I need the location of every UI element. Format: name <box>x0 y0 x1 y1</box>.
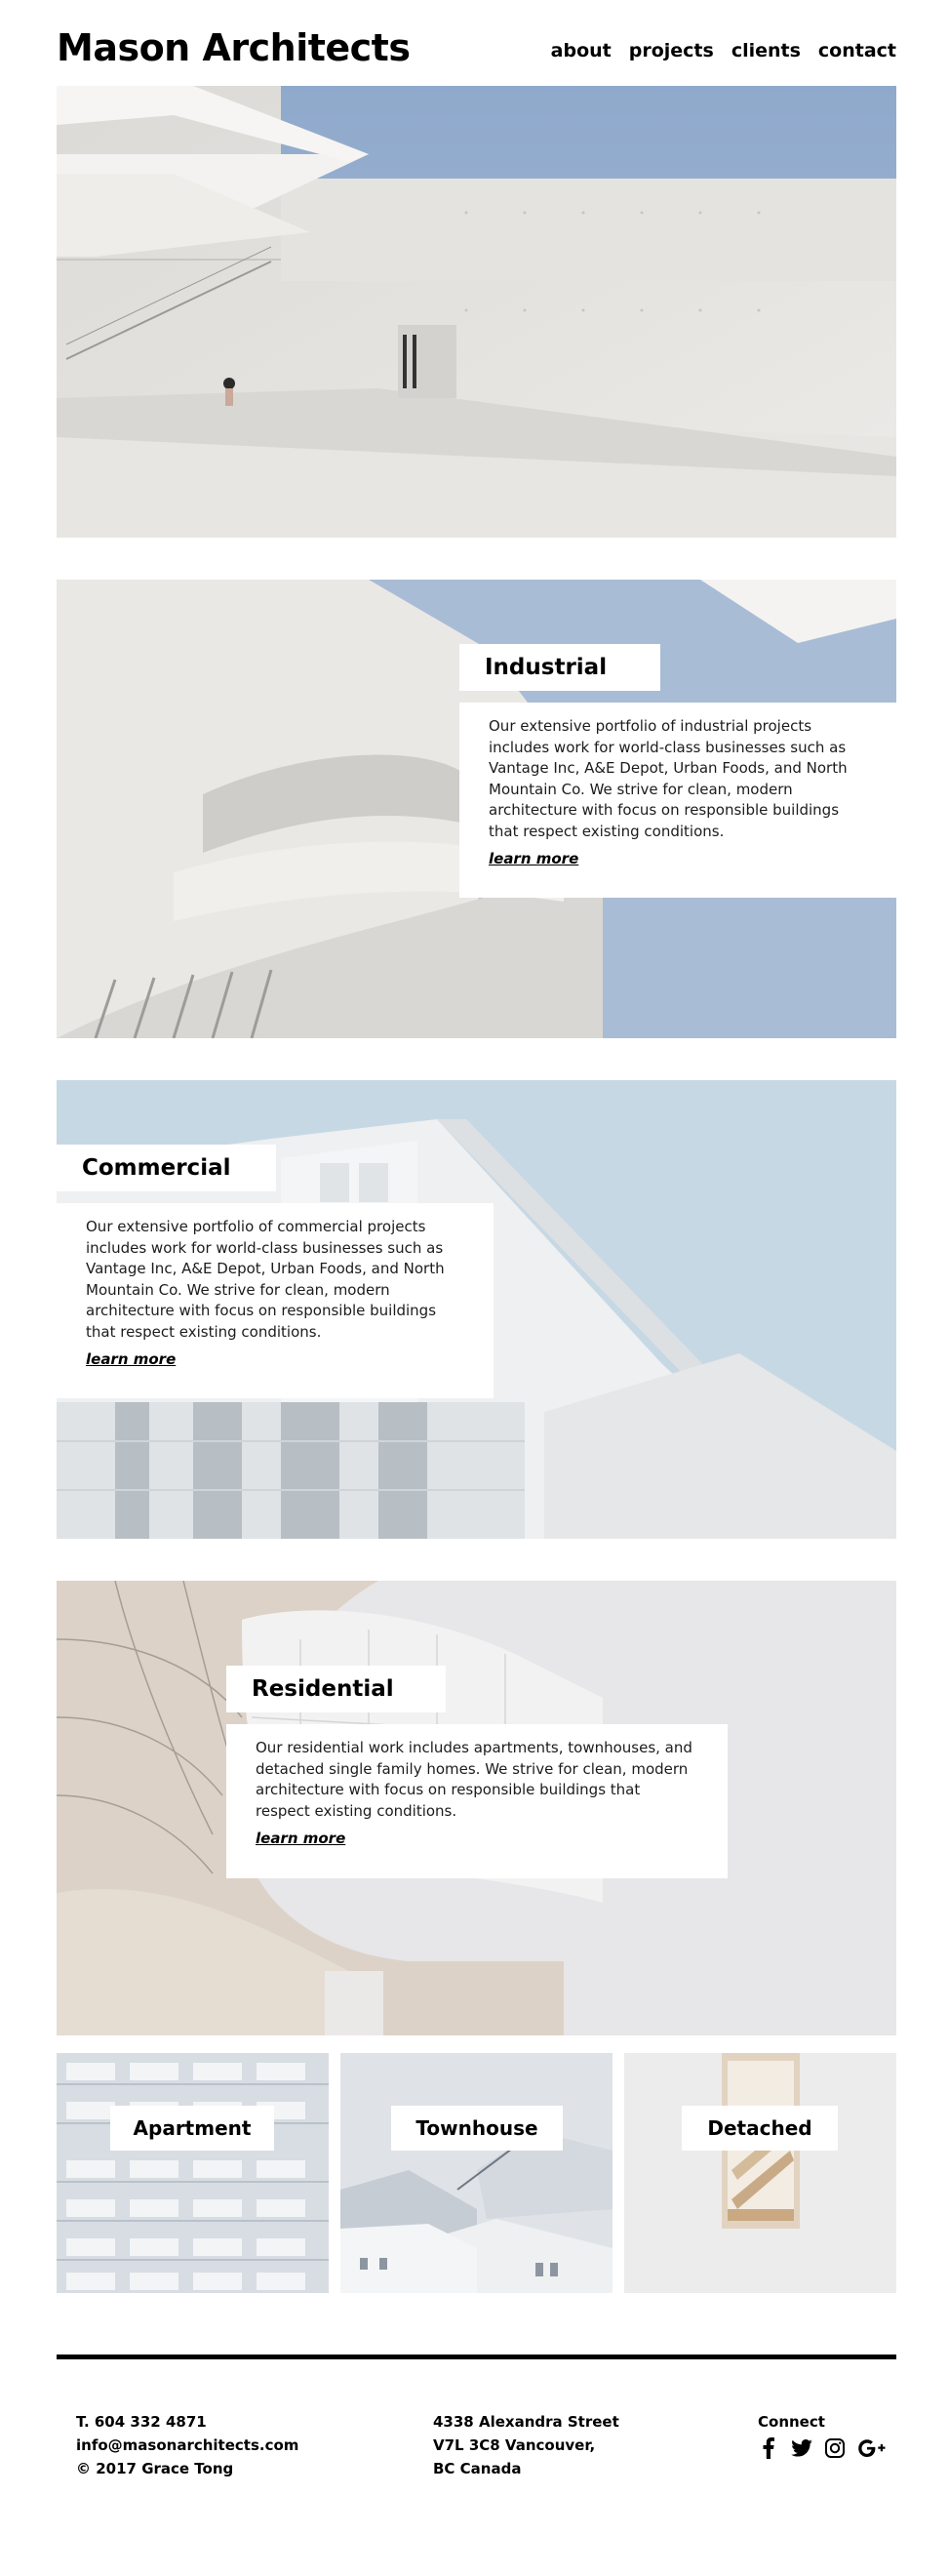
footer-copyright: © 2017 Grace Tong <box>76 2460 234 2477</box>
nav-projects[interactable]: projects <box>629 37 714 64</box>
residential-learn-more-link[interactable]: learn more <box>256 1830 345 1847</box>
main-nav: about projects clients contact <box>551 37 896 64</box>
project-type-tiles: Apartment Townhouse Detached <box>57 2053 896 2293</box>
detached-image <box>624 2053 896 2293</box>
social-links <box>758 2437 887 2459</box>
address-line-1: 4338 Alexandra Street <box>433 2413 619 2431</box>
nav-clients[interactable]: clients <box>732 37 801 64</box>
footer-email[interactable]: info@masonarchitects.com <box>76 2434 298 2457</box>
facebook-icon[interactable] <box>758 2437 779 2459</box>
residential-card: Our residential work includes apartments… <box>226 1724 728 1878</box>
residential-section: Residential Our residential work include… <box>57 1581 896 2039</box>
google-plus-icon[interactable] <box>857 2437 887 2459</box>
site-header: Mason Architects about projects clients … <box>57 23 896 72</box>
instagram-icon[interactable] <box>824 2437 846 2459</box>
tile-detached[interactable]: Detached <box>624 2053 896 2293</box>
industrial-description: Our extensive portfolio of industrial pr… <box>489 717 848 840</box>
industrial-card: Our extensive portfolio of industrial pr… <box>459 703 896 898</box>
tile-detached-label: Detached <box>682 2106 838 2151</box>
nav-contact[interactable]: contact <box>818 37 896 64</box>
commercial-title: Commercial <box>57 1145 276 1191</box>
connect-heading: Connect <box>758 2413 825 2431</box>
footer-divider <box>57 2355 896 2359</box>
commercial-section: Commercial Our extensive portfolio of co… <box>57 1080 896 1539</box>
twitter-icon[interactable] <box>791 2437 812 2459</box>
apartment-image <box>57 2053 329 2293</box>
footer-contact: T. 604 332 4871 info@masonarchitects.com… <box>76 2410 298 2480</box>
townhouse-image <box>340 2053 613 2293</box>
tile-apartment[interactable]: Apartment <box>57 2053 329 2293</box>
footer-connect: Connect <box>758 2410 887 2459</box>
hero-building-illustration <box>57 86 896 538</box>
address-line-3: BC Canada <box>433 2460 522 2477</box>
commercial-learn-more-link[interactable]: learn more <box>86 1350 176 1368</box>
address-line-2: V7L 3C8 Vancouver, <box>433 2436 596 2454</box>
industrial-section: Industrial Our extensive portfolio of in… <box>57 580 896 1038</box>
residential-title: Residential <box>226 1666 446 1712</box>
residential-description: Our residential work includes apartments… <box>256 1739 692 1820</box>
commercial-card: Our extensive portfolio of commercial pr… <box>57 1203 494 1398</box>
tile-apartment-label: Apartment <box>110 2106 274 2151</box>
site-footer: T. 604 332 4871 info@masonarchitects.com… <box>57 2410 896 2517</box>
tile-townhouse[interactable]: Townhouse <box>340 2053 613 2293</box>
industrial-learn-more-link[interactable]: learn more <box>489 850 578 867</box>
footer-address: 4338 Alexandra Street V7L 3C8 Vancouver,… <box>433 2410 619 2480</box>
nav-about[interactable]: about <box>551 37 612 64</box>
hero-image <box>57 86 896 538</box>
industrial-title: Industrial <box>459 644 660 691</box>
commercial-description: Our extensive portfolio of commercial pr… <box>86 1218 445 1341</box>
tile-townhouse-label: Townhouse <box>391 2106 563 2151</box>
brand-logo[interactable]: Mason Architects <box>57 23 411 72</box>
footer-phone[interactable]: T. 604 332 4871 <box>76 2410 298 2434</box>
